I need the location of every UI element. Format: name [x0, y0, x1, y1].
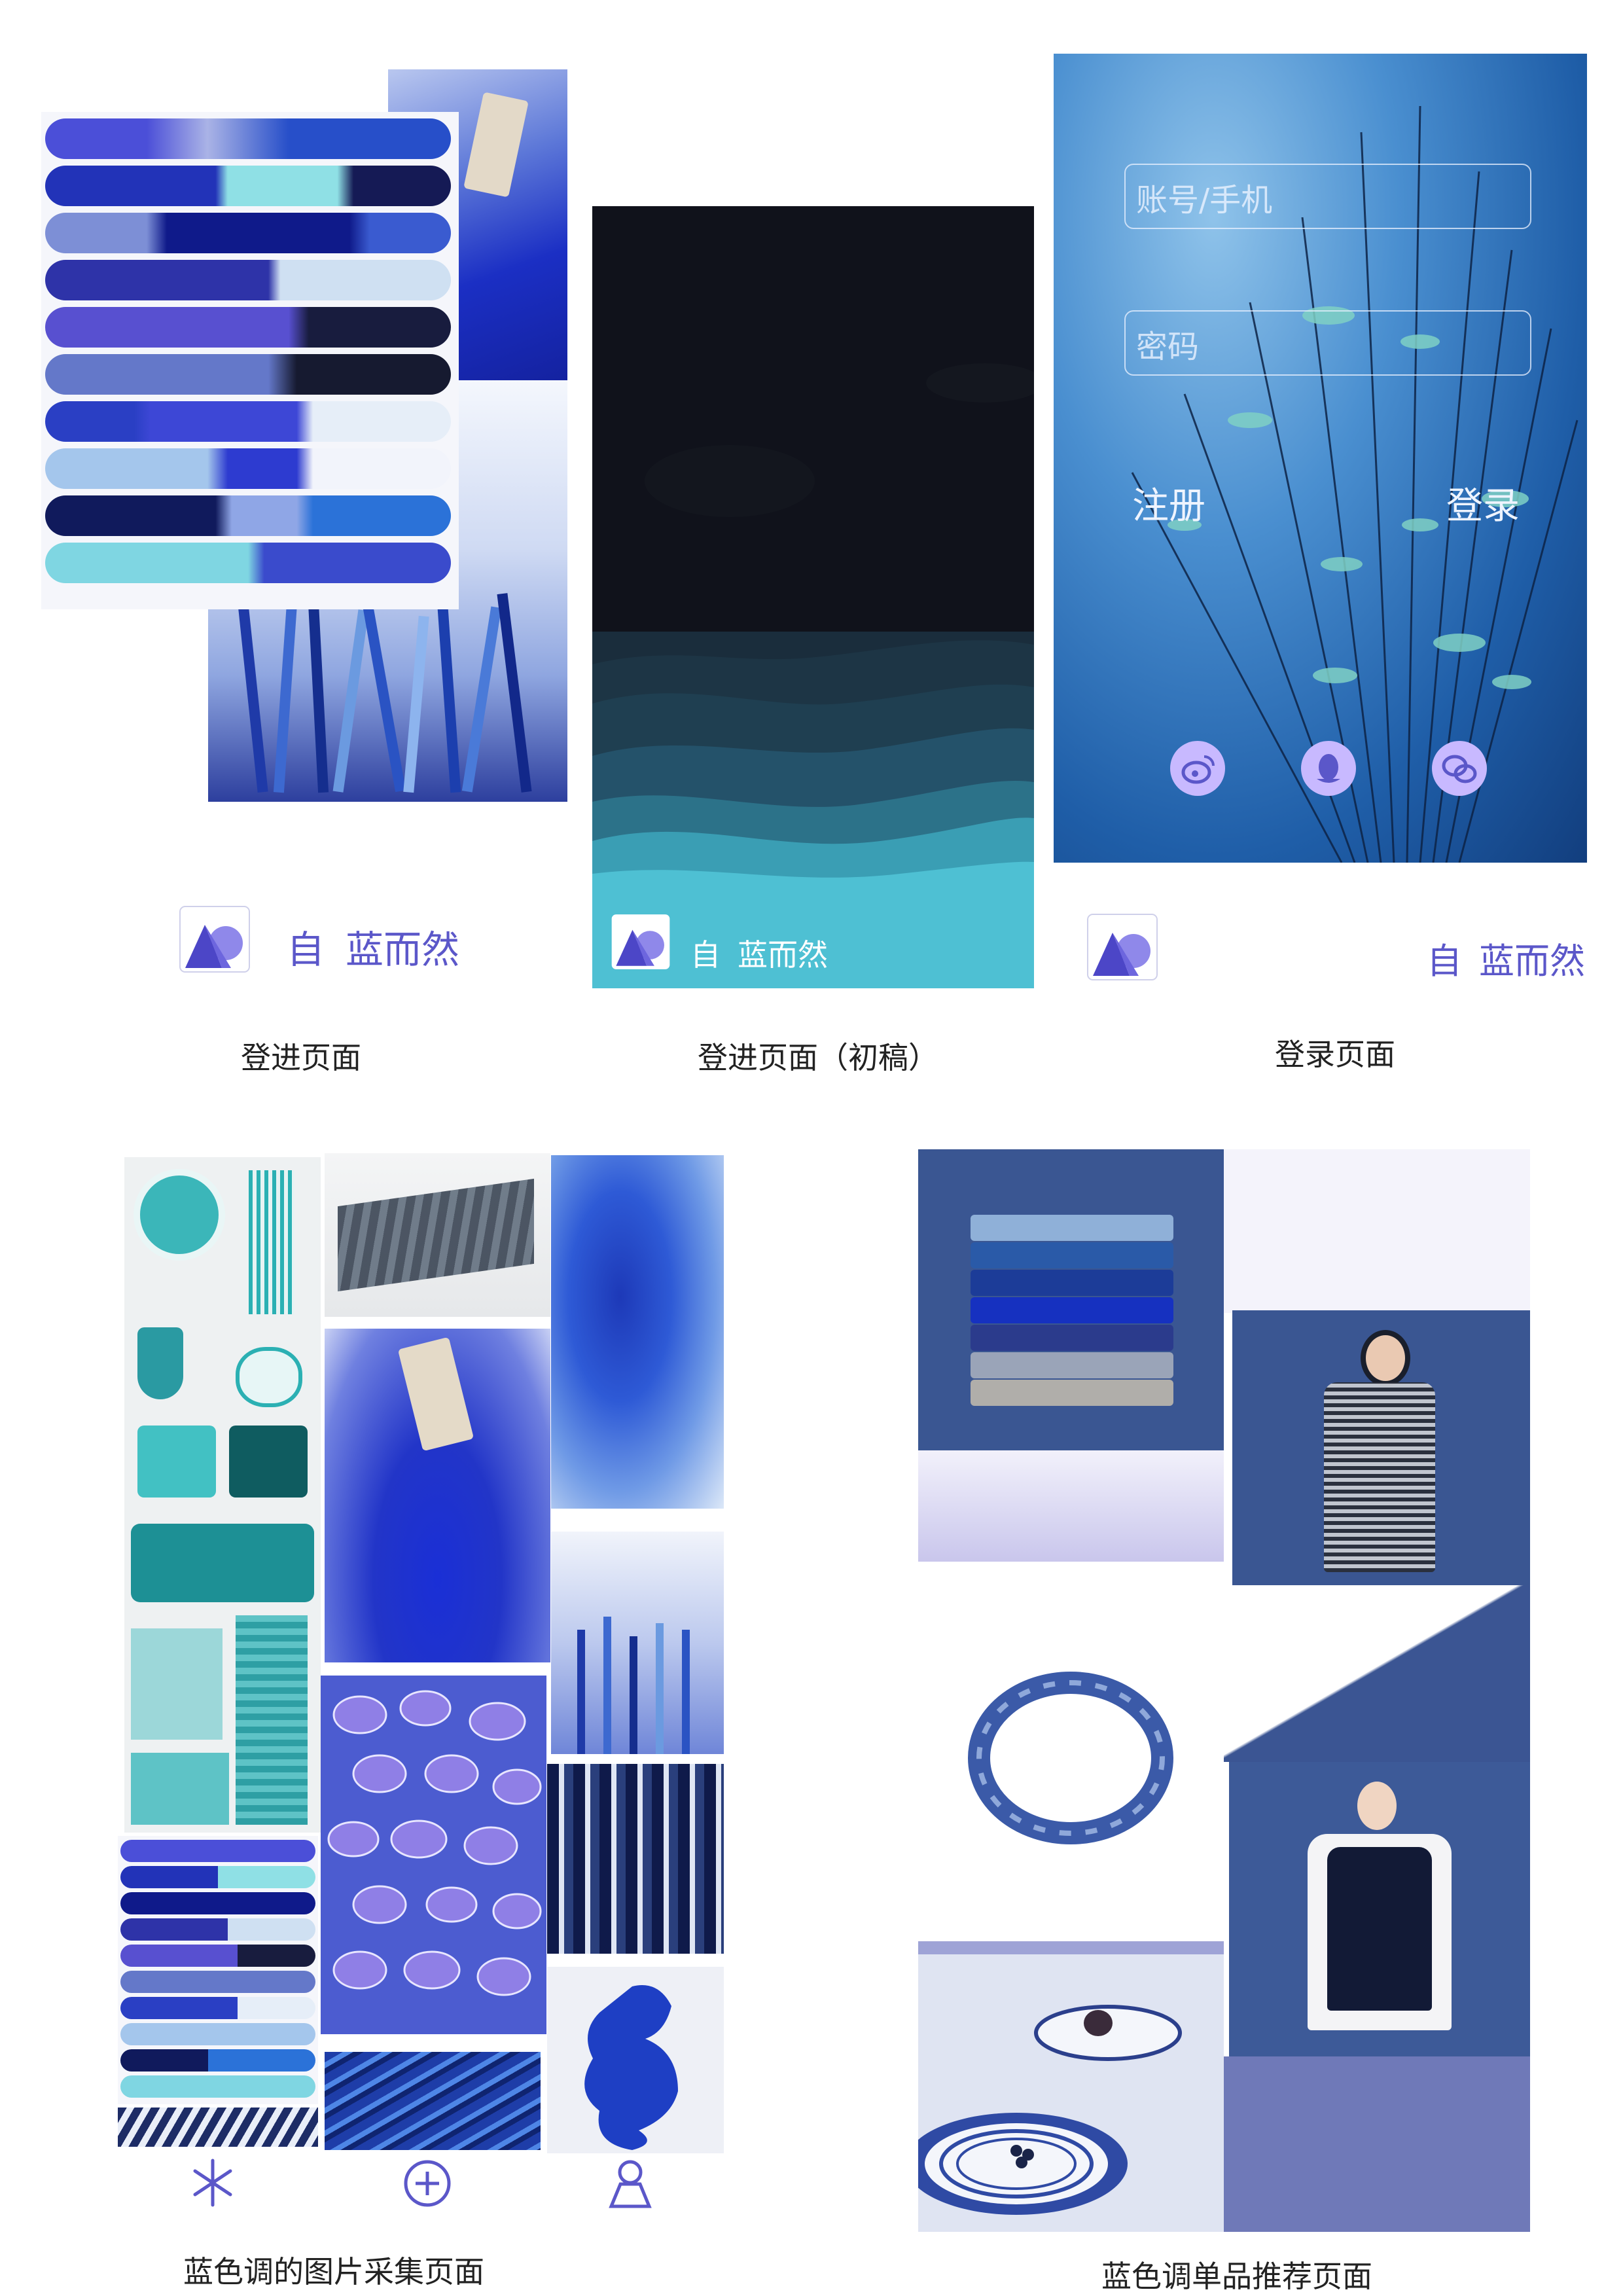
brand-char: 自	[690, 937, 721, 973]
diagonal-block	[1224, 1585, 1530, 1762]
plus-circle-icon[interactable]	[402, 2159, 452, 2208]
feathers-tile	[325, 2052, 541, 2150]
brand-name: 蓝而然	[346, 927, 460, 972]
matisse-tile	[547, 1967, 724, 2153]
pencils-tile	[551, 1532, 724, 1754]
brand-char: 自	[287, 927, 325, 972]
folded-scarves-tile	[918, 1149, 1224, 1450]
vest-model-tile	[1229, 1762, 1530, 2056]
qq-icon[interactable]	[1301, 741, 1356, 796]
turquoise-homeware-tile	[124, 1157, 321, 1833]
brand-name: 蓝而然	[1479, 941, 1585, 982]
splash-caption: 登进页面	[241, 1040, 361, 1075]
login-caption: 登录页面	[1275, 1037, 1395, 1072]
shibori-tile	[547, 1764, 724, 1954]
night-sea-illustration: 自 蓝而然	[592, 206, 1034, 988]
headband-tile	[918, 1562, 1224, 1941]
recommend-board	[918, 1149, 1530, 2232]
brand-logo	[1086, 913, 1158, 981]
brand-name: 蓝而然	[738, 937, 828, 973]
watercolor-tile	[551, 1155, 724, 1509]
account-input[interactable]: 账号/手机	[1124, 164, 1531, 229]
blue-plates-tile	[918, 1954, 1224, 2232]
user-icon[interactable]	[607, 2157, 653, 2209]
slate-block	[1224, 2056, 1530, 2232]
asterisk-icon[interactable]	[190, 2157, 236, 2209]
pigment-tile	[325, 1329, 550, 1662]
register-button[interactable]: 注册	[1132, 476, 1205, 529]
striped-fabric-tile	[118, 2108, 318, 2147]
brand-logo	[179, 905, 251, 973]
login-background: 账号/手机 密码 注册 登录	[1054, 54, 1587, 863]
splash-draft-caption: 登进页面（初稿）	[698, 1040, 938, 1075]
password-input[interactable]: 密码	[1124, 310, 1531, 376]
paint-strokes-tile	[118, 1836, 318, 2104]
lavender-block	[918, 1450, 1224, 1562]
brand-char: 自	[1427, 941, 1462, 982]
checked-coat-model-tile	[1232, 1310, 1530, 1585]
collection-caption: 蓝色调的图片采集页面	[183, 2254, 484, 2289]
pale-block	[1224, 1149, 1530, 1313]
shells-tile	[321, 1676, 546, 2034]
paint-strokes-card	[41, 112, 459, 609]
login-button[interactable]: 登录	[1446, 476, 1520, 529]
wechat-icon[interactable]	[1432, 741, 1487, 796]
brand-logo	[611, 913, 671, 971]
recommend-caption: 蓝色调单品推荐页面	[1101, 2259, 1372, 2294]
hanging-fabric-tile	[325, 1153, 550, 1317]
weibo-icon[interactable]	[1170, 741, 1225, 796]
